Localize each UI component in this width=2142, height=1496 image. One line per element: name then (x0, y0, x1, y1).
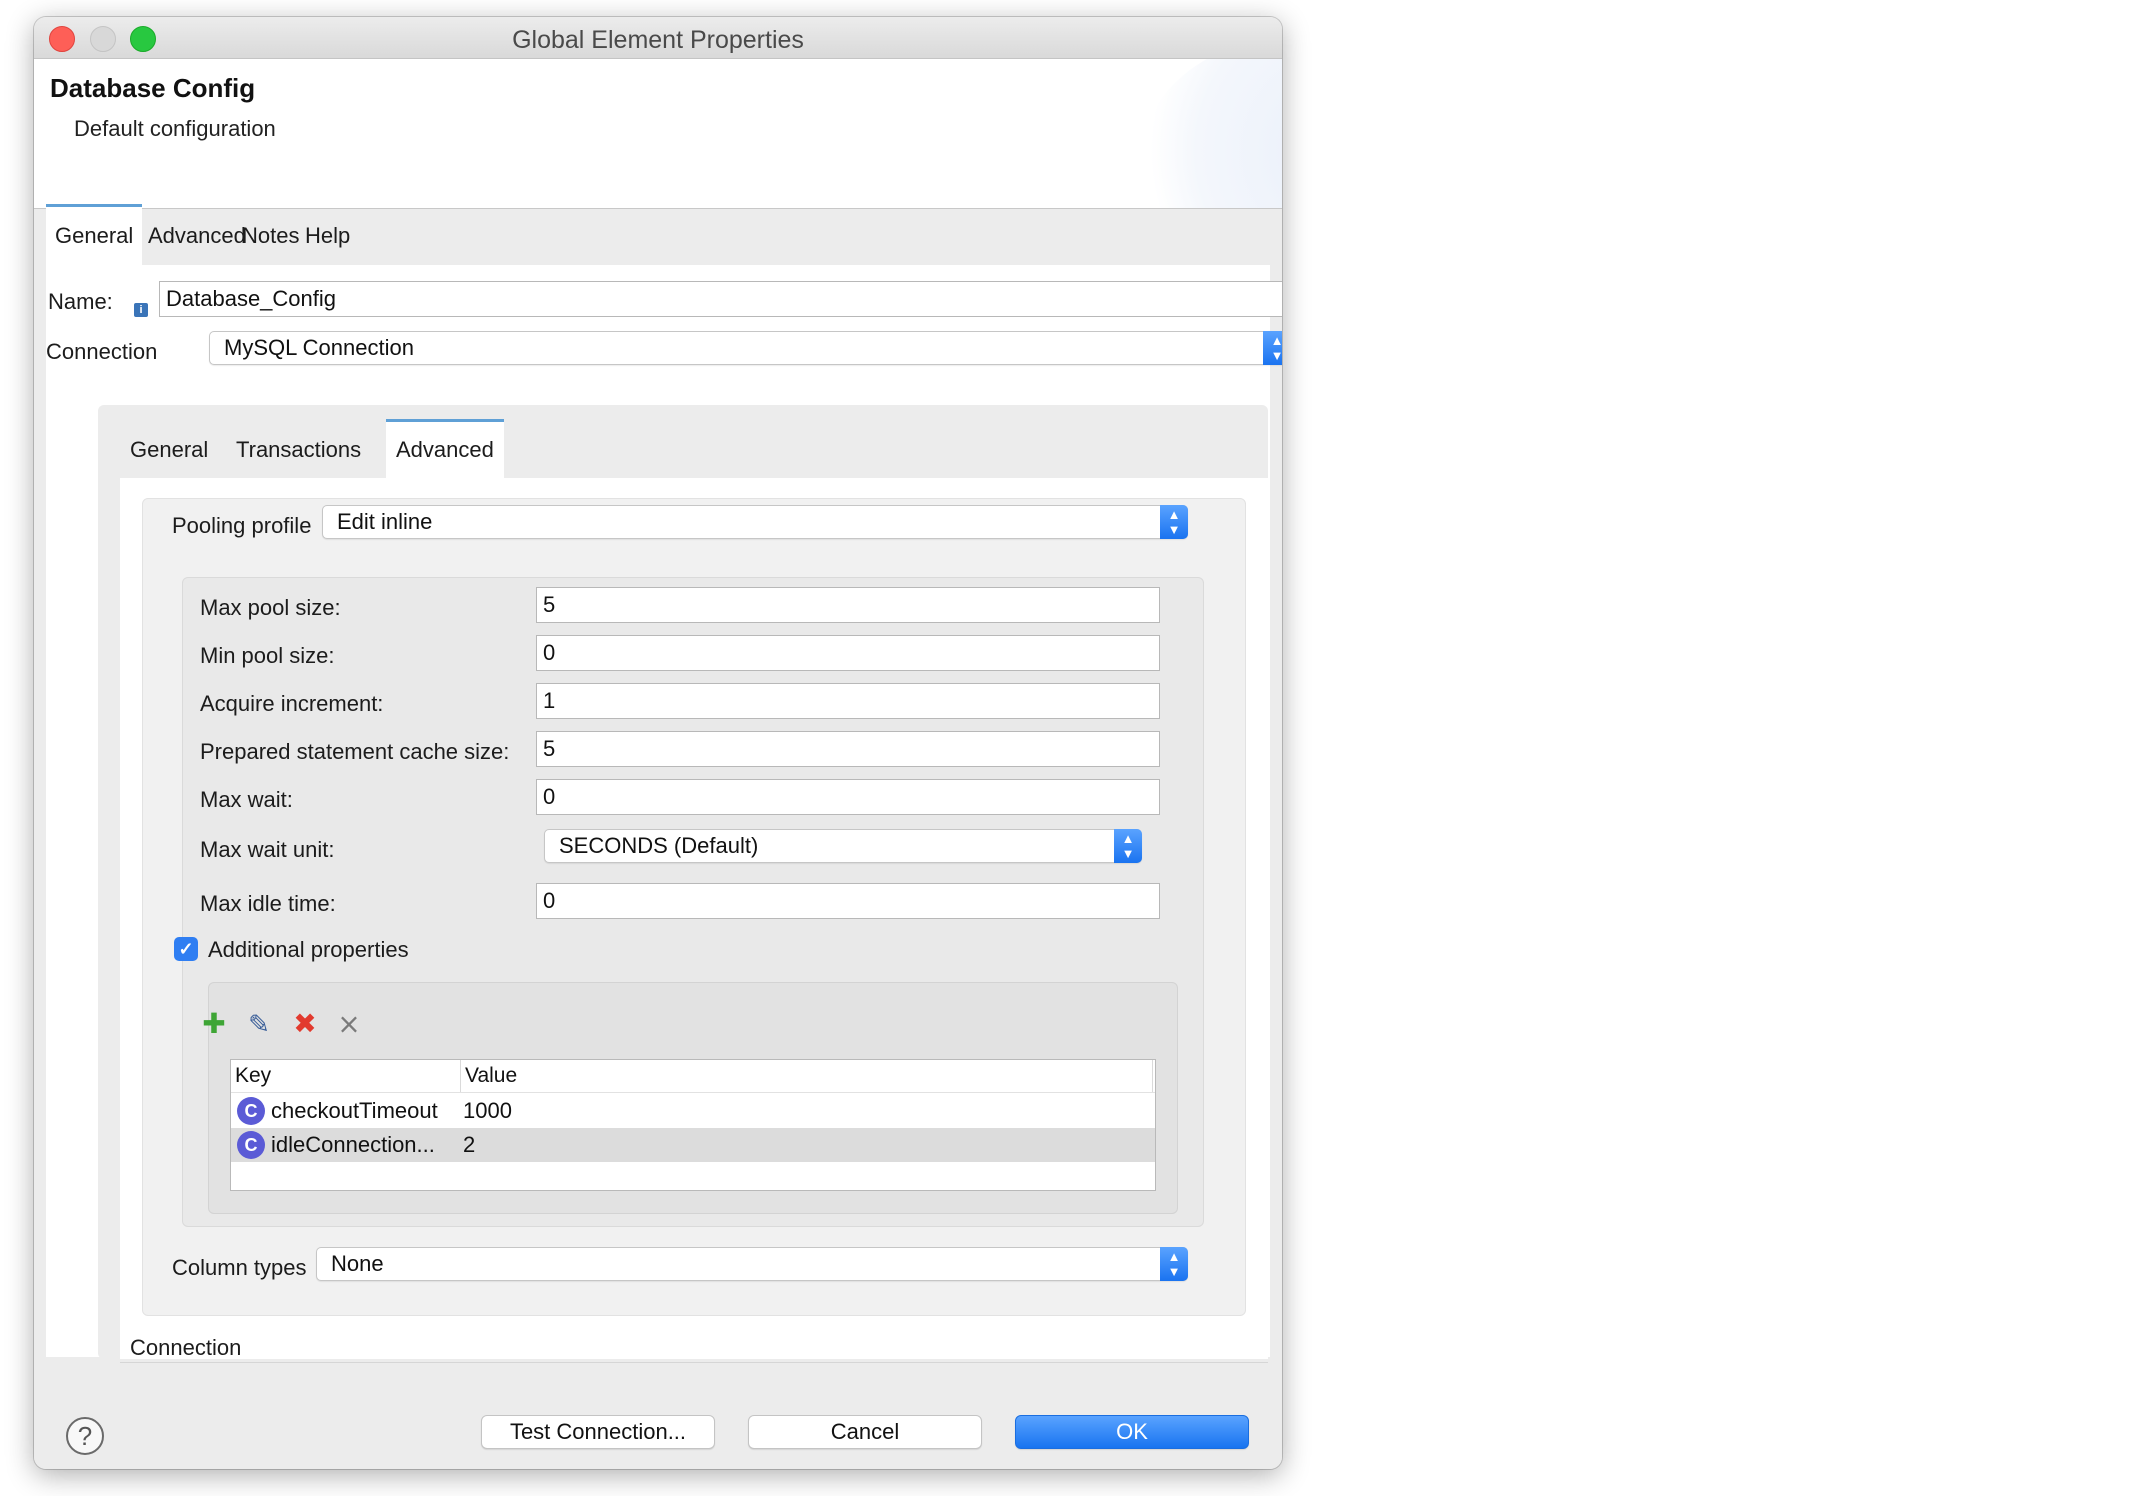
connection-label: Connection (46, 339, 158, 364)
header-decoration (1134, 59, 1282, 208)
prepared-statement-cache-size-input[interactable]: 5 (536, 731, 1160, 767)
table-row[interactable]: C idleConnection... 2 (231, 1128, 1155, 1162)
max-wait-unit-value: SECONDS (Default) (559, 833, 759, 858)
connection-section-label: Connection (130, 1335, 242, 1360)
row-value: 1000 (463, 1098, 512, 1123)
select-stepper-icon: ▲ ▼ (1160, 1247, 1188, 1281)
select-stepper-icon: ▲ ▼ (1114, 829, 1142, 863)
window-title: Global Element Properties (512, 26, 804, 54)
additional-properties-label: Additional properties (208, 937, 409, 962)
dialog-header: Database Config Default configuration (34, 59, 1282, 209)
max-wait-unit-select[interactable]: SECONDS (Default) ▲ ▼ (544, 829, 1142, 863)
content-divider (120, 1362, 1268, 1363)
row-key: idleConnection... (271, 1132, 435, 1157)
pooling-profile-select[interactable]: Edit inline ▲ ▼ (322, 505, 1188, 539)
pooling-profile-label: Pooling profile (172, 513, 312, 538)
column-header-value[interactable]: Value (461, 1060, 1153, 1092)
property-icon: C (237, 1131, 265, 1159)
acquire-increment-label: Acquire increment: (200, 691, 384, 716)
max-pool-size-input[interactable]: 5 (536, 587, 1160, 623)
connection-select-value: MySQL Connection (224, 335, 414, 360)
edit-icon[interactable]: ✎ (244, 1009, 274, 1039)
max-pool-size-label: Max pool size: (200, 595, 341, 620)
additional-properties-table: Key Value C checkoutTimeout 1000 C idleC… (230, 1059, 1156, 1191)
acquire-increment-input[interactable]: 1 (536, 683, 1160, 719)
prepared-statement-cache-size-label: Prepared statement cache size: (200, 739, 510, 764)
property-icon: C (237, 1097, 265, 1125)
max-wait-input[interactable]: 0 (536, 779, 1160, 815)
header-title: Database Config (50, 73, 256, 103)
inner-tab-advanced[interactable]: Advanced (386, 419, 504, 481)
inner-tab-general[interactable]: General (120, 422, 218, 478)
header-subtitle: Default configuration (74, 116, 276, 141)
pooling-profile-value: Edit inline (337, 509, 433, 534)
connection-select[interactable]: MySQL Connection ▲ ▼ (209, 331, 1282, 365)
tab-help[interactable]: Help (296, 207, 359, 265)
row-key: checkoutTimeout (271, 1098, 438, 1123)
title-bar: Global Element Properties (34, 17, 1282, 59)
ok-button[interactable]: OK (1015, 1415, 1249, 1449)
info-icon: i (134, 303, 148, 317)
max-idle-time-label: Max idle time: (200, 891, 336, 916)
help-button[interactable]: ? (66, 1417, 104, 1455)
dialog-footer: ? Test Connection... Cancel OK (34, 1377, 1282, 1469)
delete-icon[interactable]: ✖ (290, 1009, 320, 1039)
min-pool-size-label: Min pool size: (200, 643, 335, 668)
select-stepper-icon: ▲ ▼ (1160, 505, 1188, 539)
global-element-properties-dialog: Global Element Properties Database Confi… (34, 17, 1282, 1469)
max-wait-label: Max wait: (200, 787, 293, 812)
min-pool-size-input[interactable]: 0 (536, 635, 1160, 671)
additional-properties-checkbox[interactable]: ✓ (174, 937, 198, 961)
header-divider (231, 1092, 1155, 1093)
name-input[interactable]: Database_Config (159, 281, 1282, 317)
inner-tab-transactions[interactable]: Transactions (226, 422, 371, 478)
name-label: Name: (48, 289, 113, 314)
row-value: 2 (463, 1132, 476, 1157)
table-row[interactable]: C checkoutTimeout 1000 (231, 1094, 1155, 1128)
max-wait-unit-label: Max wait unit: (200, 837, 335, 862)
column-header-key[interactable]: Key (231, 1060, 461, 1092)
tab-general[interactable]: General (46, 204, 143, 268)
max-idle-time-input[interactable]: 0 (536, 883, 1160, 919)
column-types-select[interactable]: None ▲ ▼ (316, 1247, 1188, 1281)
cancel-button[interactable]: Cancel (748, 1415, 982, 1449)
column-types-label: Column types (172, 1255, 307, 1280)
test-connection-button[interactable]: Test Connection... (481, 1415, 715, 1449)
select-stepper-icon: ▲ ▼ (1263, 331, 1282, 365)
add-icon[interactable]: ✚ (199, 1009, 229, 1039)
clear-all-icon[interactable]: ⨯ (334, 1009, 364, 1039)
column-types-value: None (331, 1251, 384, 1276)
